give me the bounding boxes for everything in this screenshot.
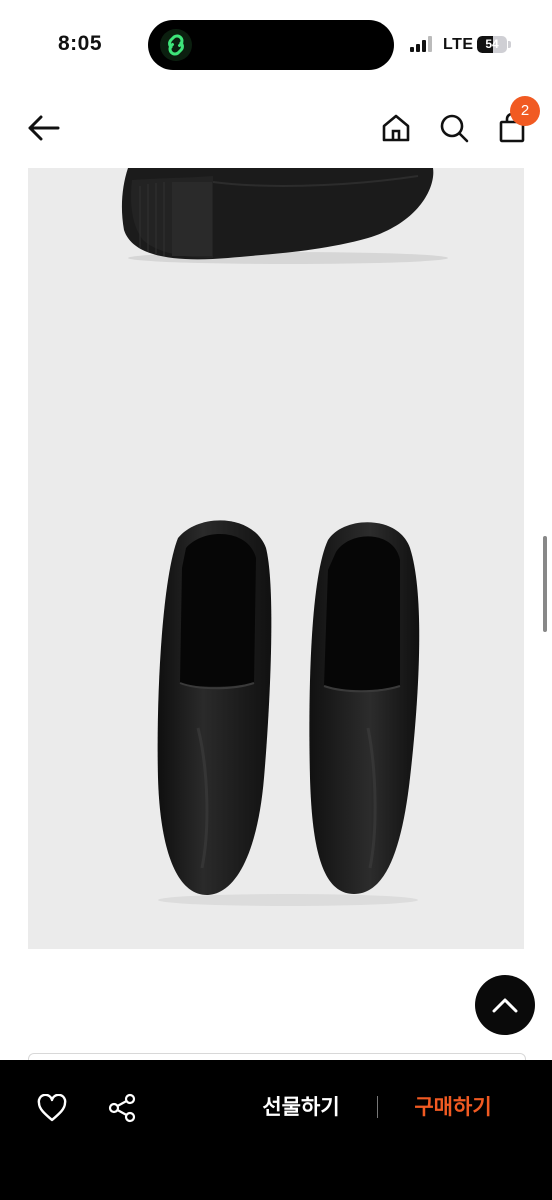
- gift-button[interactable]: 선물하기: [236, 1090, 366, 1126]
- home-icon: [382, 114, 410, 142]
- cart-count-badge: 2: [510, 96, 540, 126]
- status-bar: 8:05 LTE 54: [0, 0, 552, 90]
- battery-icon: 54: [477, 36, 511, 53]
- search-button[interactable]: [434, 108, 474, 148]
- top-navigation: [0, 90, 552, 168]
- share-icon: [108, 1093, 136, 1123]
- heart-icon: [37, 1094, 67, 1122]
- wishlist-button[interactable]: [32, 1088, 72, 1128]
- button-divider: [377, 1096, 378, 1118]
- chevron-up-icon: [492, 998, 518, 1013]
- search-icon: [440, 114, 469, 143]
- network-type: LTE: [443, 36, 474, 53]
- black-leather-slip-on-photo: [157, 520, 420, 906]
- share-button[interactable]: [102, 1088, 142, 1128]
- status-time: 8:05: [58, 32, 103, 55]
- signal-icon: [410, 36, 436, 52]
- dynamic-island: [148, 20, 394, 70]
- bottom-action-bar: 선물하기 구매하기: [0, 1060, 552, 1200]
- home-button[interactable]: [376, 108, 416, 148]
- back-button[interactable]: [24, 108, 64, 148]
- scroll-to-top-button[interactable]: [475, 975, 535, 1035]
- product-image[interactable]: [28, 168, 524, 949]
- link-app-icon: [160, 29, 192, 61]
- buy-button[interactable]: 구매하기: [390, 1090, 516, 1126]
- back-arrow-icon: [28, 115, 60, 141]
- scroll-indicator[interactable]: [543, 536, 547, 632]
- battery-level: 54: [485, 37, 499, 51]
- shoe-sole-photo: [121, 168, 448, 264]
